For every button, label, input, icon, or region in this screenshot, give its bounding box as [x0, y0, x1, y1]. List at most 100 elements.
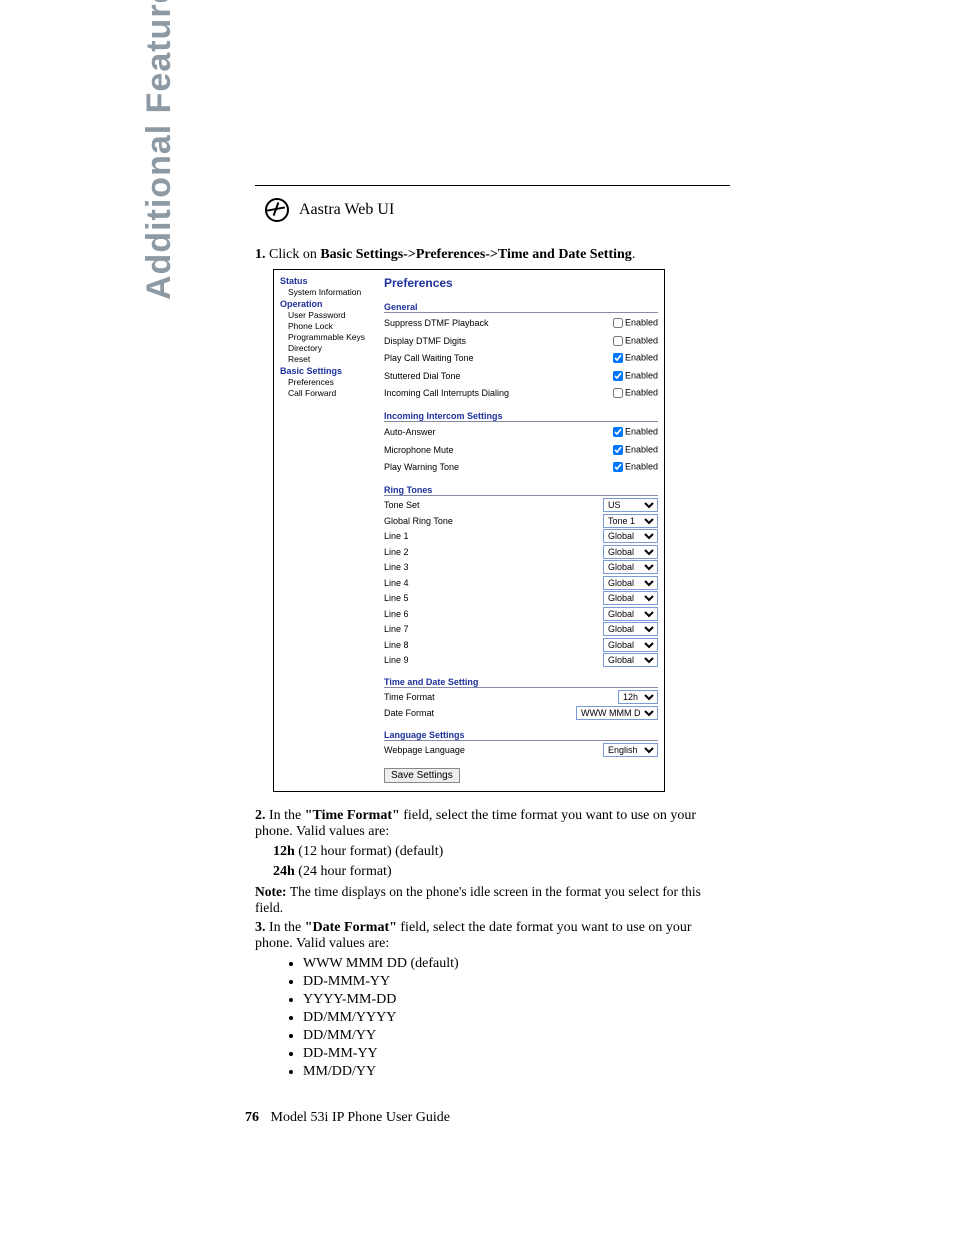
globe-icon [265, 198, 289, 222]
list-item: MM/DD/YY [303, 1064, 730, 1080]
nav-prefs[interactable]: Preferences [280, 377, 380, 387]
list-item: YYYY-MM-DD [303, 992, 730, 1008]
line-label: Line 4 [384, 578, 409, 588]
step-3: 3. In the "Date Format" field, select th… [255, 920, 730, 952]
line-row: Line 3 Global [384, 560, 658, 574]
nav-operation[interactable]: Operation [280, 299, 380, 309]
step-2: 2. In the "Time Format" field, select th… [255, 808, 730, 840]
line-label: Line 5 [384, 593, 409, 603]
enabled-checkbox[interactable] [613, 388, 623, 398]
enabled-label: Enabled [625, 444, 658, 454]
toneset-row: Tone Set US [384, 498, 658, 512]
line-label: Line 1 [384, 531, 409, 541]
intercom-header: Incoming Intercom Settings [384, 411, 658, 422]
line-ringtone-select[interactable]: Global [603, 560, 658, 574]
setting-row: Suppress DTMF Playback Enabled [384, 315, 658, 331]
nav-reset[interactable]: Reset [280, 354, 380, 364]
line-row: Line 9Global [384, 653, 658, 667]
line-ringtone-select[interactable]: Global [603, 529, 658, 543]
line-ringtone-select[interactable]: Global [603, 638, 658, 652]
ringtones-header: Ring Tones [384, 485, 658, 496]
page-footer: 76 Model 53i IP Phone User Guide [245, 1110, 450, 1126]
bold: 24h [273, 864, 295, 879]
screenshot-sidenav: Status System Information Operation User… [274, 270, 382, 791]
enabled-label: Enabled [625, 352, 658, 362]
text: In the [269, 920, 305, 935]
dateformat-label: Date Format [384, 708, 434, 718]
line-ringtone-select[interactable]: Global [603, 576, 658, 590]
timedate-header: Time and Date Setting [384, 677, 658, 688]
text: (12 hour format) (default) [295, 844, 444, 859]
line-row: Line 8 Global [384, 638, 658, 652]
toneset-label: Tone Set [384, 500, 420, 510]
line-ringtone-select[interactable]: Global [603, 607, 658, 621]
nav-sysinfo[interactable]: System Information [280, 287, 380, 297]
dateformat-select[interactable]: WWW MMM DD [576, 706, 658, 720]
save-settings-button[interactable]: Save Settings [384, 768, 460, 783]
footer-title: Model 53i IP Phone User Guide [271, 1110, 451, 1125]
enabled-checkbox[interactable] [613, 336, 623, 346]
enabled-checkbox[interactable] [613, 462, 623, 472]
dateformat-row: Date Format WWW MMM DD [384, 706, 658, 720]
timeformat-opt-24h: 24h (24 hour format) [273, 864, 730, 880]
preferences-screenshot: Status System Information Operation User… [273, 269, 665, 792]
enabled-label: Enabled [625, 426, 658, 436]
main-content: Aastra Web UI 1. Click on Basic Settings… [255, 185, 730, 1084]
timeformat-opt-12h: 12h (12 hour format) (default) [273, 844, 730, 860]
bold: "Date Format" [305, 920, 397, 935]
setting-label: Suppress DTMF Playback [384, 318, 489, 328]
line-ringtone-select[interactable]: Global [603, 591, 658, 605]
line-ringtone-select[interactable]: Global [603, 622, 658, 636]
nav-userpw[interactable]: User Password [280, 310, 380, 320]
globalring-label: Global Ring Tone [384, 516, 453, 526]
list-item: DD/MM/YY [303, 1028, 730, 1044]
setting-label: Auto-Answer [384, 427, 436, 437]
note-bold: Note: [255, 884, 290, 899]
setting-row: Incoming Call Interrupts DialingEnabled [384, 385, 658, 401]
enabled-label: Enabled [625, 387, 658, 397]
line-row: Line 6Global [384, 607, 658, 621]
enabled-checkbox[interactable] [613, 353, 623, 363]
list-item: DD-MM-YY [303, 1046, 730, 1062]
setting-row: Play Warning ToneEnabled [384, 459, 658, 475]
line-row: Line 1 Global [384, 529, 658, 543]
enabled-label: Enabled [625, 461, 658, 471]
nav-phonelock[interactable]: Phone Lock [280, 321, 380, 331]
globalring-select[interactable]: Tone 1 [603, 514, 658, 528]
enabled-label: Enabled [625, 317, 658, 327]
line-ringtone-select[interactable]: Global [603, 653, 658, 667]
timeformat-select[interactable]: 12h [618, 690, 658, 704]
enabled-label: Enabled [625, 335, 658, 345]
nav-progkeys[interactable]: Programmable Keys [280, 332, 380, 342]
line-label: Line 3 [384, 562, 409, 572]
line-row: Line 5 Global [384, 591, 658, 605]
toneset-select[interactable]: US [603, 498, 658, 512]
line-label: Line 7 [384, 624, 409, 634]
page-number: 76 [245, 1110, 259, 1125]
globalring-row: Global Ring Tone Tone 1 [384, 514, 658, 528]
step-number: 3. [255, 920, 266, 935]
bold: "Time Format" [305, 808, 400, 823]
nav-directory[interactable]: Directory [280, 343, 380, 353]
line-label: Line 8 [384, 640, 409, 650]
nav-callfwd[interactable]: Call Forward [280, 388, 380, 398]
enabled-checkbox[interactable] [613, 445, 623, 455]
nav-status[interactable]: Status [280, 276, 380, 286]
list-item: WWW MMM DD (default) [303, 956, 730, 972]
dateformat-options: WWW MMM DD (default)DD-MMM-YYYYYY-MM-DDD… [287, 956, 730, 1080]
sidebar-chapter-title: Additional Features [140, 0, 179, 300]
setting-row: Stuttered Dial ToneEnabled [384, 368, 658, 384]
general-header: General [384, 302, 658, 313]
nav-basic[interactable]: Basic Settings [280, 366, 380, 376]
step-number: 2. [255, 808, 266, 823]
webui-header: Aastra Web UI [265, 198, 730, 222]
enabled-checkbox[interactable] [613, 318, 623, 328]
enabled-checkbox[interactable] [613, 371, 623, 381]
line-row: Line 2Global [384, 545, 658, 559]
enabled-checkbox[interactable] [613, 427, 623, 437]
note-text: The time displays on the phone's idle sc… [255, 884, 701, 915]
language-select[interactable]: English [603, 743, 658, 757]
line-ringtone-select[interactable]: Global [603, 545, 658, 559]
setting-label: Display DTMF Digits [384, 336, 466, 346]
line-row: Line 4 Global [384, 576, 658, 590]
